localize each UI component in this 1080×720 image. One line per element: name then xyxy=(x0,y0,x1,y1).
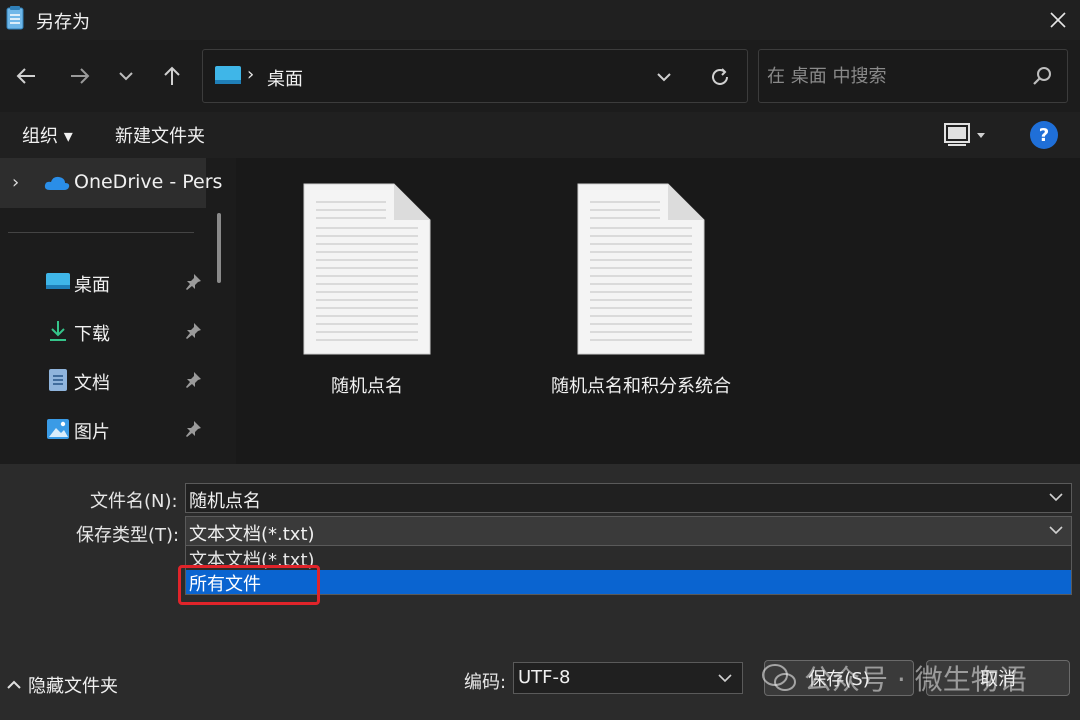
help-button[interactable]: ? xyxy=(1030,121,1058,149)
view-options-button[interactable] xyxy=(944,120,994,150)
pin-icon[interactable] xyxy=(184,322,202,340)
text-file-icon xyxy=(577,183,705,355)
sidebar-divider xyxy=(8,232,194,233)
window-title: 另存为 xyxy=(36,12,90,33)
file-name: 随机点名和积分系统合 xyxy=(551,376,731,397)
arrow-right-icon xyxy=(71,68,90,84)
file-name: 随机点名 xyxy=(331,376,403,397)
sidebar-item-downloads[interactable]: 下载 xyxy=(0,311,206,351)
watermark-text: 公众号 · 微生物语 xyxy=(804,663,1027,696)
filename-value[interactable]: 随机点名 xyxy=(189,487,261,513)
sidebar-item-documents[interactable]: 文档 xyxy=(0,360,206,400)
sidebar-item-label: 图片 xyxy=(74,422,110,443)
up-button[interactable] xyxy=(154,58,190,94)
filename-label: 文件名(N): xyxy=(90,491,178,512)
desktop-icon xyxy=(215,66,241,84)
search-icon[interactable] xyxy=(1031,64,1055,88)
arrow-up-icon xyxy=(164,66,180,85)
hide-folders-label: 隐藏文件夹 xyxy=(28,676,118,697)
close-button[interactable] xyxy=(1036,0,1080,40)
encoding-value: UTF-8 xyxy=(518,667,571,688)
breadcrumb-separator: › xyxy=(247,64,255,85)
address-bar[interactable]: › 桌面 xyxy=(202,49,748,103)
pin-icon[interactable] xyxy=(184,371,202,389)
wechat-icon xyxy=(762,664,796,691)
filename-field[interactable]: 随机点名 xyxy=(185,483,1072,513)
back-button[interactable] xyxy=(8,58,44,94)
chevron-down-icon xyxy=(119,72,133,81)
document-icon xyxy=(49,369,67,391)
organize-menu[interactable]: 组织 ▾ xyxy=(22,122,73,148)
sidebar-item-label: 桌面 xyxy=(74,275,110,296)
view-icon xyxy=(944,123,970,146)
caret-down-icon xyxy=(977,133,985,138)
onedrive-cloud-icon xyxy=(44,176,70,190)
file-item[interactable]: 随机点名 xyxy=(302,182,432,398)
refresh-icon xyxy=(712,68,728,85)
notepad-icon xyxy=(6,6,24,30)
watermark: 公众号 · 微生物语 xyxy=(762,658,1027,698)
pin-icon[interactable] xyxy=(184,420,202,438)
hide-folders-toggle[interactable]: 隐藏文件夹 xyxy=(6,672,118,698)
breadcrumb-desktop[interactable]: 桌面 xyxy=(267,65,303,91)
new-folder-button[interactable]: 新建文件夹 xyxy=(115,122,205,148)
refresh-button[interactable] xyxy=(705,62,735,92)
chevron-down-icon[interactable] xyxy=(1047,521,1065,539)
annotation-highlight-box xyxy=(178,565,320,605)
encoding-label: 编码: xyxy=(464,672,507,693)
chevron-down-icon xyxy=(718,674,732,683)
pin-icon[interactable] xyxy=(184,273,202,291)
file-list: 随机点名 随机点名和积分系统合 xyxy=(236,158,1080,464)
desktop-icon xyxy=(46,273,70,289)
download-icon xyxy=(50,321,66,341)
expand-chevron-icon[interactable]: › xyxy=(12,172,19,193)
text-file-icon xyxy=(303,183,431,355)
close-icon xyxy=(1050,12,1066,28)
sidebar-scrollbar[interactable] xyxy=(217,213,221,283)
save-type-select[interactable]: 文本文档(*.txt) xyxy=(185,516,1072,546)
navigation-pane: › OneDrive - Pers 桌面 下载 文档 图片 xyxy=(0,158,236,464)
sidebar-item-label: 文档 xyxy=(74,373,110,394)
command-toolbar: 组织 ▾ 新建文件夹 ? xyxy=(0,112,1080,158)
chevron-down-icon[interactable] xyxy=(1047,488,1065,506)
file-item[interactable]: 随机点名和积分系统合 xyxy=(536,182,746,398)
sidebar-item-pictures[interactable]: 图片 xyxy=(0,409,206,449)
encoding-select[interactable]: UTF-8 xyxy=(513,662,743,694)
recent-locations-button[interactable] xyxy=(108,58,144,94)
sidebar-item-desktop[interactable]: 桌面 xyxy=(0,262,206,302)
save-type-value: 文本文档(*.txt) xyxy=(189,524,315,545)
sidebar-item-label: OneDrive - Pers xyxy=(74,171,223,193)
forward-button[interactable] xyxy=(62,58,98,94)
sidebar-item-label: 下载 xyxy=(74,324,110,345)
search-input[interactable] xyxy=(767,62,1017,90)
arrow-left-icon xyxy=(16,68,35,84)
pictures-icon xyxy=(47,419,69,439)
address-dropdown-button[interactable] xyxy=(651,64,677,90)
sidebar-item-onedrive[interactable]: › OneDrive - Pers xyxy=(0,158,222,208)
chevron-down-icon xyxy=(657,73,671,82)
chevron-up-icon xyxy=(7,680,21,689)
search-box xyxy=(758,49,1068,103)
title-bar: 另存为 xyxy=(0,0,1080,40)
save-type-label: 保存类型(T): xyxy=(76,525,180,546)
